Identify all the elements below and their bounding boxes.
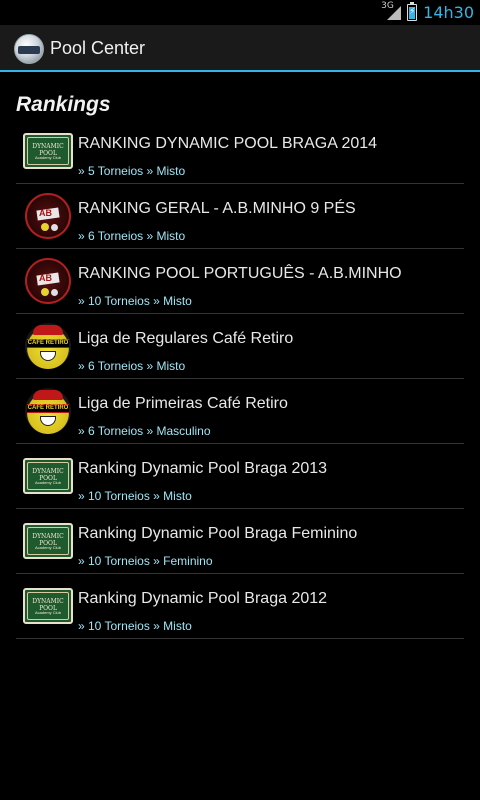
ranking-title: Ranking Dynamic Pool Braga 2013: [78, 460, 328, 477]
logo-cafe-text: CAFÉ RETIRO: [27, 340, 69, 346]
ranking-item-liga-regulares-cafe-retiro[interactable]: CAFÉ RETIRO Liga de Regulares Café Retir…: [16, 314, 464, 379]
ranking-title: Liga de Primeiras Café Retiro: [78, 395, 288, 412]
cafe-retiro-logo: CAFÉ RETIRO: [23, 388, 73, 434]
ranking-item-dynamic-pool-braga-feminino[interactable]: DYNAMIC POOL Academy Club Ranking Dynami…: [16, 509, 464, 574]
ranking-subtitle: » 5 Torneios » Misto: [78, 164, 186, 178]
status-clock: 14h30: [423, 3, 474, 22]
logo-ab-text: AB: [39, 208, 52, 218]
ranking-title: RANKING POOL PORTUGUÊS - A.B.MINHO: [78, 265, 402, 282]
logo-line2: Academy Club: [34, 480, 61, 485]
ranking-title: Ranking Dynamic Pool Braga Feminino: [78, 525, 358, 542]
dynamic-pool-logo: DYNAMIC POOL Academy Club: [23, 520, 73, 562]
ranking-subtitle: » 10 Torneios » Misto: [78, 294, 192, 308]
action-bar: Pool Center: [0, 25, 480, 72]
logo-ab-text: AB: [39, 273, 52, 283]
ranking-subtitle: » 10 Torneios » Misto: [78, 489, 192, 503]
ranking-item-dynamic-pool-braga-2012[interactable]: DYNAMIC POOL Academy Club Ranking Dynami…: [16, 574, 464, 639]
ranking-item-dynamic-pool-braga-2013[interactable]: DYNAMIC POOL Academy Club Ranking Dynami…: [16, 444, 464, 509]
rankings-list: DYNAMIC POOL Academy Club RANKING DYNAMI…: [16, 119, 464, 639]
ranking-subtitle: » 6 Torneios » Masculino: [78, 424, 211, 438]
dynamic-pool-logo: DYNAMIC POOL Academy Club: [23, 455, 73, 497]
ranking-item-liga-primeiras-cafe-retiro[interactable]: CAFÉ RETIRO Liga de Primeiras Café Retir…: [16, 379, 464, 444]
ab-minho-logo: AB: [23, 193, 73, 239]
ranking-subtitle: » 6 Torneios » Misto: [78, 229, 186, 243]
battery-icon: ⚡: [407, 2, 418, 21]
logo-cafe-text: CAFÉ RETIRO: [27, 405, 69, 411]
ranking-item-dynamic-pool-braga-2014[interactable]: DYNAMIC POOL Academy Club RANKING DYNAMI…: [16, 119, 464, 184]
ranking-title: Liga de Regulares Café Retiro: [78, 330, 294, 347]
section-title: Rankings: [16, 93, 111, 116]
status-icons: 3G ⚡ 14h30: [381, 1, 474, 23]
app-logo-icon[interactable]: [14, 34, 44, 64]
ranking-subtitle: » 6 Torneios » Misto: [78, 359, 186, 373]
ranking-title: Ranking Dynamic Pool Braga 2012: [78, 590, 328, 607]
signal-icon: 3G: [381, 1, 402, 22]
ranking-item-geral-ab-minho[interactable]: AB RANKING GERAL - A.B.MINHO 9 PÉS » 6 T…: [16, 184, 464, 249]
cafe-retiro-logo: CAFÉ RETIRO: [23, 323, 73, 369]
logo-line2: Academy Club: [34, 545, 61, 550]
logo-line2: Academy Club: [34, 610, 61, 615]
ab-minho-logo: AB: [23, 258, 73, 304]
ranking-item-pool-portugues-ab-minho[interactable]: AB RANKING POOL PORTUGUÊS - A.B.MINHO » …: [16, 249, 464, 314]
dynamic-pool-logo: DYNAMIC POOL Academy Club: [23, 585, 73, 627]
ranking-subtitle: » 10 Torneios » Misto: [78, 619, 192, 633]
ranking-title: RANKING GERAL - A.B.MINHO 9 PÉS: [78, 200, 356, 217]
ranking-subtitle: » 10 Torneios » Feminino: [78, 554, 213, 568]
ranking-title: RANKING DYNAMIC POOL BRAGA 2014: [78, 135, 378, 152]
app-title: Pool Center: [50, 38, 146, 58]
logo-line2: Academy Club: [34, 155, 61, 160]
status-bar: 3G ⚡ 14h30: [0, 0, 480, 25]
dynamic-pool-logo: DYNAMIC POOL Academy Club: [23, 130, 73, 172]
